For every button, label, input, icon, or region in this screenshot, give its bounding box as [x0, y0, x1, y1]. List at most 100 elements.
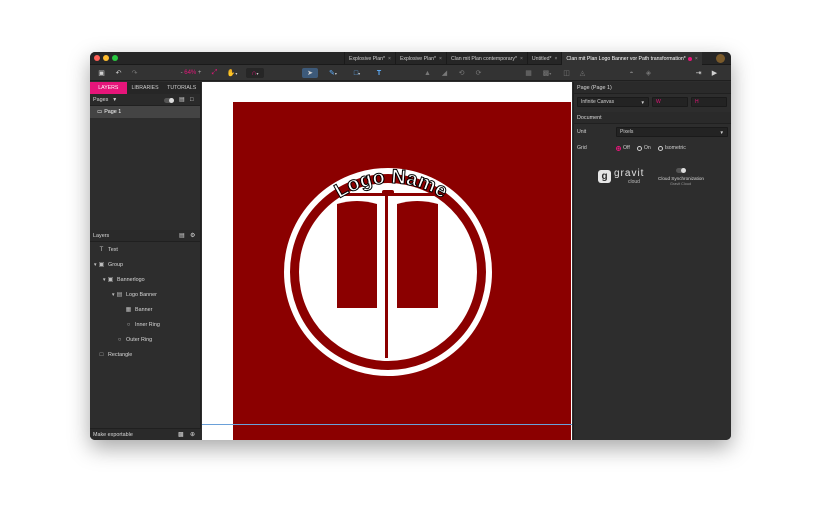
tab-label: Explosive Plan*: [349, 55, 386, 62]
grid-options: Off On Isometric: [616, 145, 693, 151]
pointer-tool-icon[interactable]: ➤: [302, 68, 318, 78]
layer-row[interactable]: □ Rectangle: [90, 347, 200, 362]
layer-label: Inner Ring: [135, 321, 160, 328]
layer-label: Text: [108, 246, 118, 253]
unit-row: Unit Pixels ▼: [574, 124, 731, 140]
banner-pole[interactable]: [385, 195, 388, 358]
pen-tool-icon[interactable]: ✎ ▾: [326, 68, 340, 78]
close-tab-icon[interactable]: ×: [439, 56, 442, 62]
banner-right[interactable]: [397, 201, 438, 308]
zoom-level: 64%: [184, 70, 197, 76]
grid-row: Grid Off On Isometric: [574, 140, 731, 156]
undo-icon[interactable]: ↶: [114, 68, 123, 78]
refresh-icon[interactable]: ⟳: [474, 68, 483, 78]
artboard-rectangle[interactable]: Logo Name: [233, 102, 571, 440]
trash-icon[interactable]: ▤: [179, 96, 185, 103]
height-input[interactable]: H: [691, 97, 727, 107]
layer-row[interactable]: ▦ Banner: [90, 302, 200, 317]
snap-magnet-icon[interactable]: ∩ ▾: [246, 68, 264, 78]
tab-libraries[interactable]: LIBRARIES: [127, 82, 164, 94]
pages-header: Pages ▼ ▤ □: [90, 94, 200, 106]
close-window-button[interactable]: [94, 55, 100, 61]
boolean-ops-icon[interactable]: ▩ ▾: [540, 68, 554, 78]
canvas-area[interactable]: Logo Name: [202, 82, 572, 440]
export-icon[interactable]: ⇥: [694, 68, 703, 78]
layer-label: Rectangle: [108, 351, 133, 358]
text-icon: T: [99, 246, 104, 253]
banner-left[interactable]: [337, 201, 377, 308]
logo-artwork[interactable]: Logo Name: [233, 102, 571, 440]
redo-icon[interactable]: ↷: [130, 68, 139, 78]
radio-icon: [657, 145, 663, 151]
present-icon[interactable]: ▶: [710, 68, 719, 78]
grid-on-radio[interactable]: On: [636, 145, 651, 151]
hand-tool-icon[interactable]: ✋ ▾: [225, 68, 239, 78]
align-icon[interactable]: ◫: [562, 68, 571, 78]
radio-selected-icon: [616, 145, 621, 151]
knife-icon[interactable]: ◢: [440, 68, 449, 78]
canvas-guide-line: [202, 424, 572, 425]
tab-tutorials[interactable]: TUTORIALS: [163, 82, 200, 94]
path-edit-icon[interactable]: ▲: [423, 68, 432, 78]
layer-settings-icon[interactable]: ⚙: [190, 232, 195, 239]
gravit-cloud-promo[interactable]: g gravit cloud Cloud Synchronization Gra…: [598, 168, 718, 190]
layer-row[interactable]: ○ Inner Ring: [90, 317, 200, 332]
chevron-down-icon[interactable]: ▼: [112, 97, 117, 103]
maximize-window-button[interactable]: [112, 55, 118, 61]
zoom-control[interactable]: - 64% +: [178, 68, 204, 78]
grid-off-radio[interactable]: Off: [616, 145, 630, 151]
tab-document[interactable]: Explosive Plan* ×: [394, 52, 446, 65]
layer-row[interactable]: ▼ ▣ Bannerlogo: [90, 272, 200, 287]
ellipse-icon: ○: [117, 336, 122, 343]
tab-document[interactable]: Explosive Plan* ×: [344, 52, 395, 65]
width-input[interactable]: W: [652, 97, 688, 107]
tab-layers[interactable]: LAYERS: [90, 82, 127, 94]
distribute-icon[interactable]: ◬: [578, 68, 587, 78]
minimize-window-button[interactable]: [103, 55, 109, 61]
width-placeholder: W: [656, 99, 661, 105]
canvas-type-select[interactable]: Infinite Canvas ▼: [577, 97, 649, 107]
toggle-icon[interactable]: [164, 98, 174, 103]
fit-screen-icon[interactable]: ⤢: [210, 68, 219, 78]
layer-row[interactable]: ○ Outer Ring: [90, 332, 200, 347]
close-tab-icon[interactable]: ×: [520, 56, 523, 62]
save-icon[interactable]: ▣: [97, 68, 106, 78]
page-icon: ▭: [97, 109, 103, 115]
page-item-label: Page 1: [104, 109, 122, 115]
text-tool-icon[interactable]: T: [374, 68, 384, 78]
document-header: Document: [574, 112, 731, 124]
group-icon[interactable]: ▦: [524, 68, 533, 78]
layer-row[interactable]: T Text: [90, 242, 200, 257]
tab-document[interactable]: Clan mit Plan Logo Banner vor Path trans…: [561, 52, 702, 65]
left-panel: LAYERS LIBRARIES TUTORIALS Pages ▼ ▤ □ ▭…: [90, 82, 201, 440]
tab-document[interactable]: Clan mit Plan contemporary* ×: [445, 52, 527, 65]
grid-isometric-radio[interactable]: Isometric: [657, 145, 686, 151]
user-avatar[interactable]: [716, 54, 725, 63]
unit-select[interactable]: Pixels ▼: [616, 127, 728, 137]
close-tab-icon[interactable]: ×: [388, 56, 391, 62]
unsaved-dot-icon: [687, 56, 692, 61]
height-placeholder: H: [695, 99, 699, 105]
layer-row[interactable]: ▼ ▤ Logo Banner: [90, 287, 200, 302]
cloud-toggle-icon[interactable]: [676, 168, 686, 173]
add-page-icon[interactable]: □: [190, 97, 194, 103]
unit-value: Pixels: [620, 129, 634, 135]
rotate-icon[interactable]: ⟲: [457, 68, 466, 78]
page-item[interactable]: ▭ Page 1: [90, 106, 200, 118]
close-tab-icon[interactable]: ×: [695, 56, 698, 62]
left-panel-tabs: LAYERS LIBRARIES TUTORIALS: [90, 82, 200, 94]
layer-row[interactable]: ▼ ▣ Group: [90, 257, 200, 272]
tab-document[interactable]: Untitled* ×: [526, 52, 562, 65]
add-export-icon[interactable]: ⊕: [190, 431, 195, 438]
rectangle-tool-icon[interactable]: □ ▾: [350, 68, 364, 78]
close-tab-icon[interactable]: ×: [555, 56, 558, 62]
trash-icon[interactable]: ▤: [179, 232, 185, 239]
mask-icon[interactable]: ◓: [627, 68, 636, 78]
export-bar: Make exportable ▩ ⊕: [90, 428, 201, 440]
component-icon[interactable]: ◈: [644, 68, 653, 78]
gravit-logo-icon: g: [598, 170, 611, 183]
canvas-type-value: Infinite Canvas: [581, 99, 615, 105]
ellipse-icon: ○: [126, 321, 131, 328]
slice-icon[interactable]: ▩: [178, 431, 184, 438]
make-exportable-label[interactable]: Make exportable: [93, 432, 133, 438]
